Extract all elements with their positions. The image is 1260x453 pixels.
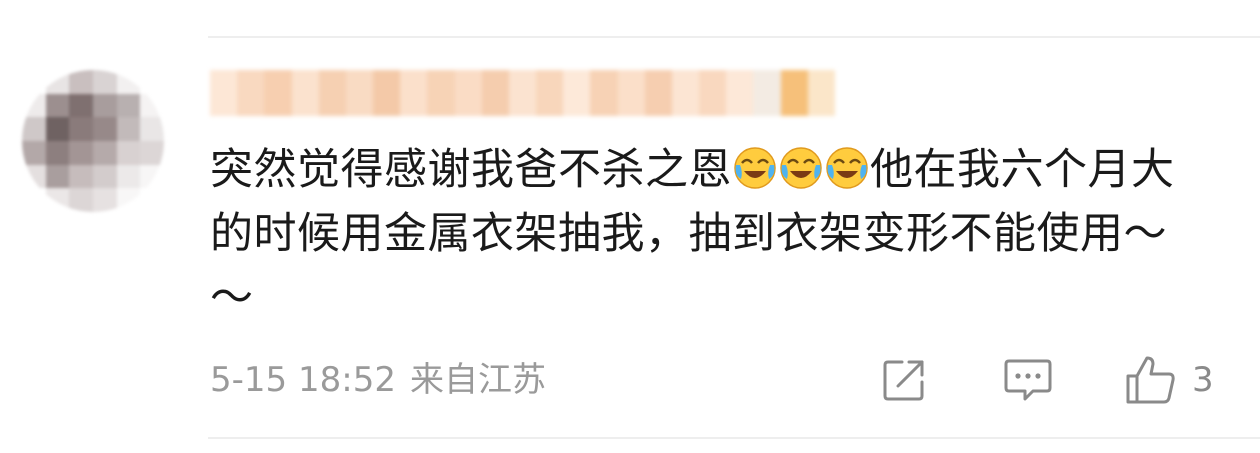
crying-laughing-emoji-icon [826,147,868,189]
comment-icon [1004,359,1052,401]
like-count: 3 [1192,360,1214,400]
thumbs-up-icon [1126,356,1175,404]
comment-text-part1: 突然觉得感谢我爸不杀之恩 [210,145,732,195]
location: 来自江苏 [409,360,546,400]
share-icon [883,360,924,401]
top-divider [208,36,1260,38]
comment-text: 突然觉得感谢我爸不杀之恩 他在我六个月大的时候用金属衣架抽我，抽到衣架变形不能使用… [210,138,1210,330]
bottom-divider [208,437,1260,439]
username-blurred[interactable] [210,70,835,116]
crying-laughing-emoji-icon [780,147,822,189]
timestamp: 5-15 18:52 [210,360,396,400]
share-button[interactable] [880,355,928,405]
crying-laughing-emoji-icon [734,147,776,189]
avatar[interactable] [22,70,164,212]
like-button[interactable]: 3 [1124,355,1214,405]
comment-meta: 5-15 18:52 来自江苏 [210,358,546,402]
reply-button[interactable] [1003,355,1053,405]
